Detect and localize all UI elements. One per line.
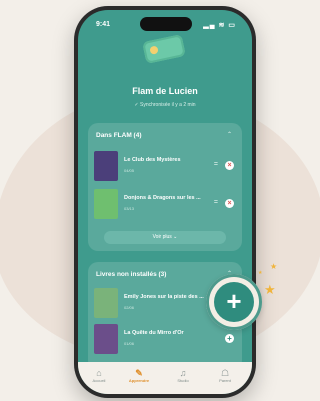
add-fab-button[interactable]: + [214,282,254,322]
remove-button[interactable]: × [225,199,234,208]
tab-label: Accueil [92,378,106,383]
sparkle-star-icon: ★ [264,282,276,297]
tab-label: Studio [177,378,189,383]
phone-frame: 9:41 ▂▄ ≋ ▭ Flam de Lucien ✓ Synchronisé… [74,6,256,398]
parent-icon: ☖ [220,368,230,378]
book-meta: 02/06 [124,305,135,310]
app-screen: 9:41 ▂▄ ≋ ▭ Flam de Lucien ✓ Synchronisé… [78,10,252,394]
tab-studio[interactable]: ♫ Studio [168,368,198,383]
drag-handle-icon[interactable]: = [214,199,218,206]
book-cover [94,288,118,318]
learn-icon: ✎ [135,368,143,378]
list-item[interactable]: Donjons & Dragons sur les ... 03/13 = × [94,189,236,219]
book-title: Le Club des Mystères [124,157,181,163]
tab-label: Parent [219,378,231,383]
sparkle-star-icon: ★ [270,262,278,271]
tab-accueil[interactable]: ⌂ Accueil [84,368,114,383]
book-cover [94,151,118,181]
sparkle-star-icon: ★ [258,270,263,276]
not-installed-section-title: Livres non installés (3) [96,271,167,278]
tab-parent[interactable]: ☖ Parent [210,368,240,383]
home-icon: ⌂ [96,368,102,378]
installed-books-card: Dans FLAM (4) ⌃ Le Club des Mystères 04/… [88,123,242,251]
status-icons: ▂▄ ≋ ▭ [203,22,236,29]
add-book-button[interactable]: + [225,334,234,343]
book-meta: 01/06 [124,341,135,346]
book-title: Emily Jones sur la piste des ... [124,294,204,300]
remove-button[interactable]: × [225,161,234,170]
collapse-chevron-icon[interactable]: ⌃ [227,131,232,138]
sync-status: ✓ Synchronisée il y a 2 min [134,102,196,108]
flam-device-icon [142,34,186,64]
book-cover [94,189,118,219]
dynamic-island [140,17,192,31]
installed-section-title: Dans FLAM (4) [96,132,142,139]
tab-label: Apprendre [128,378,150,383]
book-title: Donjons & Dragons sur les ... [124,195,201,201]
book-meta: 04/05 [124,168,135,173]
book-meta: 03/13 [124,206,135,211]
list-item[interactable]: Le Club des Mystères 04/05 = × [94,151,236,181]
status-time: 9:41 [96,21,111,28]
bottom-tab-bar: ⌂ Accueil ✎ Apprendre ♫ Studio ☖ Parent [78,362,252,394]
drag-handle-icon[interactable]: = [214,161,218,168]
tab-apprendre[interactable]: ✎ Apprendre [124,368,154,383]
book-cover [94,324,118,354]
list-item[interactable]: La Quête du Mirro d'Or 01/06 + [94,324,236,354]
microphone-icon: ♫ [179,368,187,378]
status-bar: 9:41 ▂▄ ≋ ▭ [78,17,252,33]
page-title: Flam de Lucien [132,86,198,96]
see-more-button[interactable]: Voir plus ⌄ [104,231,226,244]
book-title: La Quête du Mirro d'Or [124,330,184,336]
